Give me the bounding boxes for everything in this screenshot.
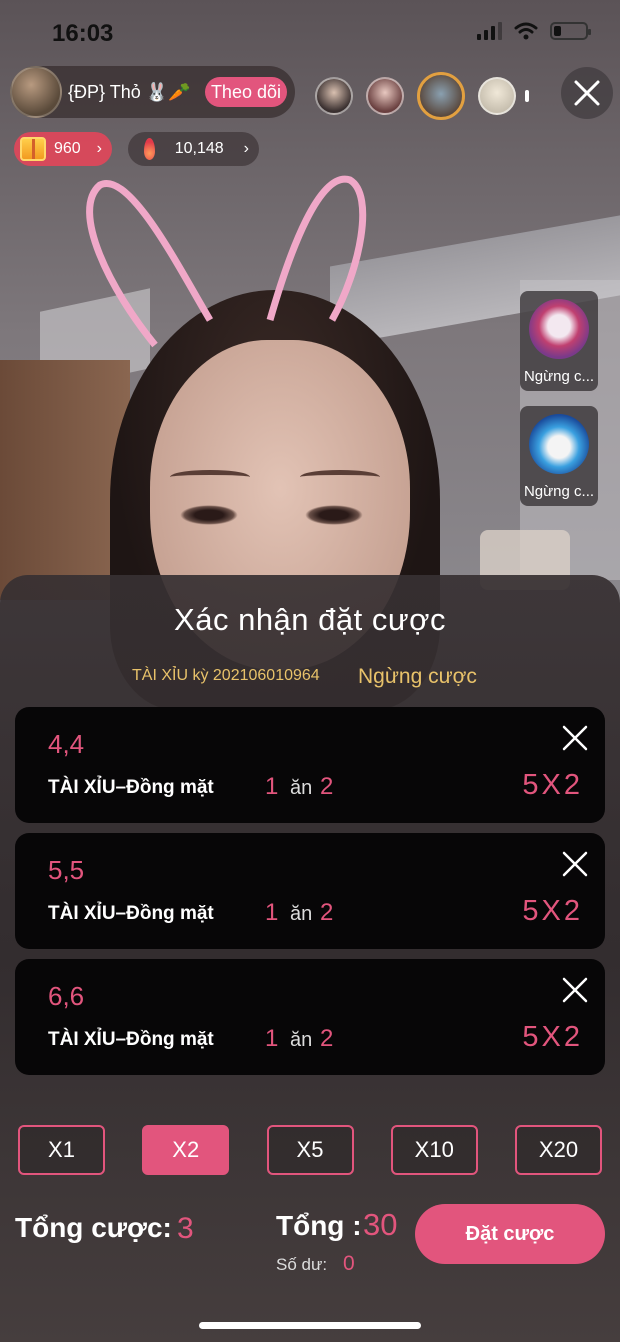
close-button[interactable]: [561, 67, 613, 119]
follow-button[interactable]: Theo dõi: [204, 77, 287, 107]
wifi-icon: [514, 22, 538, 40]
status-icons: [477, 22, 591, 40]
bet-odds-word: ăn: [290, 1029, 313, 1051]
bet-type: TÀI XỈU–Đồng mặt: [48, 903, 214, 924]
fire-icon: [144, 138, 155, 160]
total-label: Tổng :: [276, 1210, 362, 1241]
bet-type: TÀI XỈU–Đồng mặt: [48, 1029, 214, 1050]
multiplier-x20-button[interactable]: X20: [515, 1125, 602, 1175]
dice-game-icon: [529, 299, 589, 359]
viewer-avatar[interactable]: [366, 77, 404, 115]
bet-payout: 2: [320, 1025, 334, 1052]
total-bet-value: 3: [177, 1212, 194, 1245]
gift-count-pill[interactable]: 960 ›: [14, 132, 112, 166]
host-name: {ĐP} Thỏ 🐰🥕: [68, 81, 191, 102]
bet-stake: 1: [265, 773, 279, 800]
multiplier-selector: X1 X2 X5 X10 X20: [18, 1125, 602, 1175]
multiplier-x2-button[interactable]: X2: [142, 1125, 230, 1175]
game-shortcut-dice[interactable]: Ngừng c...: [520, 291, 598, 391]
bet-stake: 1: [265, 899, 279, 926]
viewer-avatar[interactable]: [478, 77, 516, 115]
balance-label: Số dư:: [276, 1255, 328, 1274]
remove-bet-close-icon[interactable]: [561, 850, 589, 878]
bet-pick: 6,6: [48, 981, 85, 1011]
status-time: 16:03: [52, 20, 114, 47]
viewer-avatar[interactable]: [417, 72, 465, 120]
right-eye: [305, 505, 363, 525]
viewer-avatars: [315, 72, 529, 120]
battery-icon: [550, 22, 591, 40]
sheet-title: Xác nhận đặt cược: [174, 602, 446, 637]
balance-value: 0: [343, 1252, 355, 1275]
chevron-right-icon: ›: [243, 140, 249, 157]
cellular-signal-icon: [477, 22, 502, 40]
bet-item: 6,6 TÀI XỈU–Đồng mặt 1 ăn 2 5X2: [15, 959, 605, 1075]
bunny-ears-filter: [86, 175, 367, 348]
total-bet-label: Tổng cược:: [15, 1212, 172, 1243]
right-eyebrow: [300, 470, 380, 484]
total-value: 30: [363, 1207, 398, 1242]
taixiu-game-icon: [529, 414, 589, 474]
multiplier-x1-button[interactable]: X1: [18, 1125, 105, 1175]
popularity-pill[interactable]: 10,148 ›: [128, 132, 259, 166]
round-status: Ngừng cược: [358, 665, 477, 688]
game-label: Ngừng c...: [523, 483, 595, 500]
left-eye: [180, 505, 238, 525]
bet-amount: 5X2: [522, 895, 583, 927]
bet-odds-word: ăn: [290, 777, 313, 799]
bet-pick: 5,5: [48, 855, 85, 885]
game-label: Ngừng c...: [523, 368, 595, 385]
bet-payout: 2: [320, 899, 334, 926]
round-info: TÀI XỈU kỳ 202106010964: [132, 667, 320, 684]
close-icon: [574, 80, 600, 106]
remove-bet-close-icon[interactable]: [561, 724, 589, 752]
bet-item: 5,5 TÀI XỈU–Đồng mặt 1 ăn 2 5X2: [15, 833, 605, 949]
bet-confirmation-sheet: Xác nhận đặt cược TÀI XỈU kỳ 20210601096…: [0, 575, 620, 1342]
place-bet-button[interactable]: Đặt cược: [415, 1204, 605, 1264]
bet-item: 4,4 TÀI XỈU–Đồng mặt 1 ăn 2 5X2: [15, 707, 605, 823]
bet-amount: 5X2: [522, 769, 583, 801]
left-eyebrow: [170, 470, 250, 484]
bet-payout: 2: [320, 773, 334, 800]
multiplier-x10-button[interactable]: X10: [390, 1125, 478, 1175]
bet-type: TÀI XỈU–Đồng mặt: [48, 777, 214, 798]
viewer-avatar[interactable]: [315, 77, 353, 115]
host-info[interactable]: {ĐP} Thỏ 🐰🥕 Theo dõi: [10, 66, 295, 118]
gift-icon: [20, 137, 46, 161]
bet-stake: 1: [265, 1025, 279, 1052]
remove-bet-close-icon[interactable]: [561, 976, 589, 1004]
game-shortcut-taixiu[interactable]: Ngừng c...: [520, 406, 598, 506]
bet-amount: 5X2: [522, 1021, 583, 1053]
bet-odds-word: ăn: [290, 903, 313, 925]
gift-count: 960: [54, 140, 81, 157]
chevron-right-icon: ›: [96, 140, 102, 157]
status-bar: 16:03: [0, 0, 620, 60]
host-avatar[interactable]: [10, 66, 62, 118]
popularity-count: 10,148: [174, 140, 224, 157]
multiplier-x5-button[interactable]: X5: [266, 1125, 354, 1175]
bet-pick: 4,4: [48, 729, 85, 759]
home-indicator[interactable]: [199, 1322, 421, 1329]
viewer-more-indicator: [525, 90, 529, 102]
